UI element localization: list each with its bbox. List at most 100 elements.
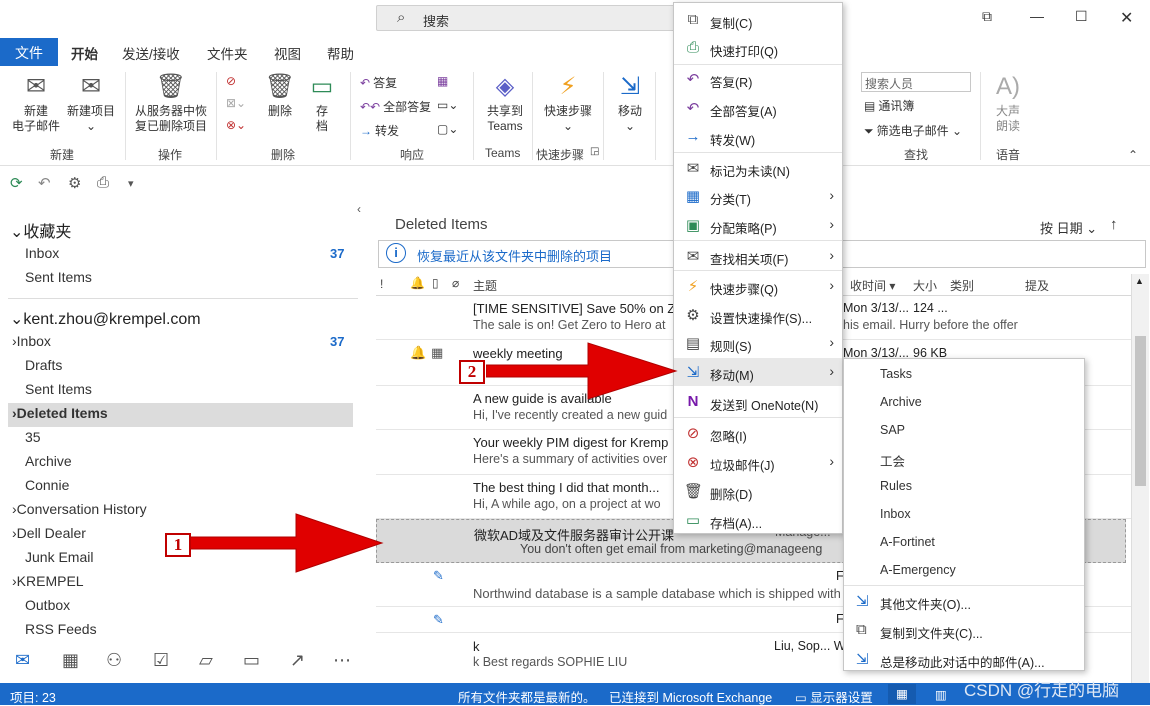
menu-item-rules[interactable]: ▤ 规则(S) › xyxy=(674,329,842,357)
sort-dropdown[interactable]: 按 日期 ⌄ xyxy=(1040,218,1097,237)
menu-item-delete[interactable]: 🗑 删除(D) xyxy=(674,477,842,505)
new-email-button[interactable]: ✉ 新建 电子邮件 xyxy=(10,72,62,134)
undo-icon[interactable]: ↶ xyxy=(38,174,51,192)
mention-column[interactable]: 提及 xyxy=(1025,277,1049,294)
folder-35[interactable]: 35 xyxy=(25,429,41,445)
maximize-icon[interactable]: ☐ xyxy=(1075,8,1088,25)
folders-icon[interactable]: ▭ xyxy=(243,650,260,671)
read-aloud-button[interactable]: A) 大声 朗读 xyxy=(986,72,1030,134)
submenu-always-move[interactable]: ⇲ 总是移动此对话中的邮件(A)... xyxy=(844,645,1084,673)
forward-button[interactable]: → 转发 xyxy=(360,122,399,139)
minimize-icon[interactable]: — xyxy=(1030,8,1044,24)
close-icon[interactable]: ✕ xyxy=(1120,8,1133,28)
menu-item-ignore[interactable]: ⊘ 忽略(I) xyxy=(674,419,842,447)
icon-column-icon[interactable]: ▯ xyxy=(432,276,439,290)
reading-view-icon[interactable]: ▥ xyxy=(935,687,947,702)
shortcuts-icon[interactable]: ↗ xyxy=(290,650,305,671)
address-book-button[interactable]: ▤ 通讯簿 xyxy=(864,97,914,114)
category-column[interactable]: 类别 xyxy=(950,277,974,294)
collapse-pane-icon[interactable]: ‹ xyxy=(357,202,361,216)
move-button[interactable]: ⇲ 移动 ⌄ xyxy=(610,72,650,134)
search-people-input[interactable]: 搜索人员 xyxy=(861,72,971,92)
reminder-column-icon[interactable]: 🔔 xyxy=(410,276,425,290)
favorites-header[interactable]: ⌄收藏夹 xyxy=(10,218,71,242)
menu-item-reply[interactable]: ↶ 答复(R) xyxy=(674,65,842,93)
sort-direction-icon[interactable]: ↑ xyxy=(1110,216,1118,233)
mail-icon[interactable]: ✉ xyxy=(15,650,30,671)
menu-item-junk[interactable]: ⊗ 垃圾邮件(J) › xyxy=(674,448,842,476)
search-box[interactable]: ⌕ 搜索 xyxy=(376,5,676,31)
subject-column[interactable]: 主题 xyxy=(473,277,497,294)
recover-deleted-button[interactable]: 🗑 从服务器中恢 复已删除项目 xyxy=(132,72,210,134)
tasks-icon[interactable]: ☑ xyxy=(153,650,169,671)
submenu-copy-to-folder[interactable]: ⧉ 复制到文件夹(C)... xyxy=(844,616,1084,644)
tab-send-receive[interactable]: 发送/接收 xyxy=(122,43,180,63)
submenu-folder-archive[interactable]: Archive xyxy=(880,395,922,409)
display-settings-button[interactable]: ▭ 显示器设置 xyxy=(795,687,873,706)
folder-drafts[interactable]: Drafts xyxy=(25,357,62,373)
menu-item-quick-steps[interactable]: ⚡ 快速步骤(Q) › xyxy=(674,272,842,300)
menu-item-forward[interactable]: → 转发(W) xyxy=(674,123,842,151)
scroll-up-icon[interactable]: ▲ xyxy=(1135,276,1144,286)
calendar-icon[interactable]: ▦ xyxy=(62,650,79,671)
tab-help[interactable]: 帮助 xyxy=(327,43,354,63)
send-receive-icon[interactable]: ⟳ xyxy=(10,174,23,192)
archive-button[interactable]: ▭ 存 档 xyxy=(304,72,340,134)
junk-icon[interactable]: ⊗⌄ xyxy=(226,118,246,132)
menu-item-copy[interactable]: ⧉ 复制(C) xyxy=(674,6,842,34)
importance-column[interactable]: ! xyxy=(380,277,383,291)
menu-item-reply-all[interactable]: ↶ 全部答复(A) xyxy=(674,94,842,122)
submenu-other-folder[interactable]: ⇲ 其他文件夹(O)... xyxy=(844,587,1084,615)
folder-outbox[interactable]: Outbox xyxy=(25,597,70,613)
more-icon[interactable]: ⋯ xyxy=(333,650,351,671)
menu-item-quick-actions[interactable]: ⚙ 设置快速操作(S)... xyxy=(674,301,842,329)
scrollbar[interactable]: ▲ xyxy=(1131,274,1149,683)
notes-icon[interactable]: ▱ xyxy=(199,650,213,671)
tab-home[interactable]: 开始 xyxy=(71,43,98,68)
menu-item-mark-unread[interactable]: ✉ 标记为未读(N) xyxy=(674,154,842,182)
scroll-thumb[interactable] xyxy=(1135,336,1146,486)
cleanup-icon[interactable]: ⊠⌄ xyxy=(226,96,246,110)
dialog-launcher-icon[interactable]: ◲ xyxy=(590,146,599,157)
filter-email-button[interactable]: ⏷ 筛选电子邮件 ⌄ xyxy=(864,122,962,139)
menu-item-categorize[interactable]: ▦ 分类(T) › xyxy=(674,182,842,210)
restore-icon[interactable]: ⧉ xyxy=(982,8,992,25)
collapse-ribbon-icon[interactable]: ⌃ xyxy=(1128,148,1138,162)
folder-inbox[interactable]: ›Inbox xyxy=(12,333,51,349)
normal-view-icon[interactable]: ▦ xyxy=(888,684,916,704)
folder-junk-email[interactable]: Junk Email xyxy=(25,549,93,565)
tab-folder[interactable]: 文件夹 xyxy=(207,43,248,63)
submenu-folder-tasks[interactable]: Tasks xyxy=(880,367,912,381)
meeting-icon[interactable]: ▦ xyxy=(437,74,448,88)
submenu-folder-sap[interactable]: SAP xyxy=(880,423,905,437)
ignore-icon[interactable]: ⊘ xyxy=(226,74,236,88)
folder-connie[interactable]: Connie xyxy=(25,477,69,493)
customize-icon[interactable]: ⚙ xyxy=(68,174,81,192)
menu-item-assign-policy[interactable]: ▣ 分配策略(P) › xyxy=(674,211,842,239)
new-items-button[interactable]: ✉ 新建项目 ⌄ xyxy=(64,72,118,134)
people-icon[interactable]: ⚇ xyxy=(106,650,122,671)
reply-all-button[interactable]: ↶↶ 全部答复 xyxy=(360,98,431,115)
recover-deleted-link[interactable]: 恢复最近从该文件夹中删除的项目 xyxy=(417,246,612,265)
quick-steps-button[interactable]: ⚡ 快速步骤 ⌄ xyxy=(538,72,598,134)
submenu-folder-inbox[interactable]: Inbox xyxy=(880,507,911,521)
size-column[interactable]: 大小 xyxy=(913,277,937,294)
tab-file[interactable]: 文件 xyxy=(0,38,58,66)
im-icon[interactable]: ▭⌄ xyxy=(437,98,458,112)
print-icon[interactable]: ⎙ xyxy=(97,174,109,191)
folder-krempel[interactable]: ›KREMPEL xyxy=(12,573,84,589)
folder-dell-dealer[interactable]: ›Dell Dealer xyxy=(12,525,86,541)
more-respond-icon[interactable]: ▢⌄ xyxy=(437,122,458,136)
folder-conversation-history[interactable]: ›Conversation History xyxy=(12,501,147,517)
menu-item-quick-print[interactable]: ⎙ 快速打印(Q) xyxy=(674,34,842,62)
attachment-column-icon[interactable]: ⌀ xyxy=(452,276,459,290)
favorite-sent-items[interactable]: Sent Items xyxy=(25,269,92,285)
tab-view[interactable]: 视图 xyxy=(274,43,301,63)
delete-button[interactable]: 🗑 删除 xyxy=(262,72,298,119)
received-column[interactable]: 收时间 ▾ xyxy=(850,277,895,294)
submenu-folder-a-emergency[interactable]: A-Emergency xyxy=(880,563,956,577)
menu-item-move[interactable]: ⇲ 移动(M) › xyxy=(674,358,842,386)
share-to-teams-button[interactable]: ◈ 共享到 Teams xyxy=(480,72,530,134)
menu-item-find-related[interactable]: ✉ 查找相关项(F) › xyxy=(674,242,842,270)
folder-archive[interactable]: Archive xyxy=(25,453,72,469)
